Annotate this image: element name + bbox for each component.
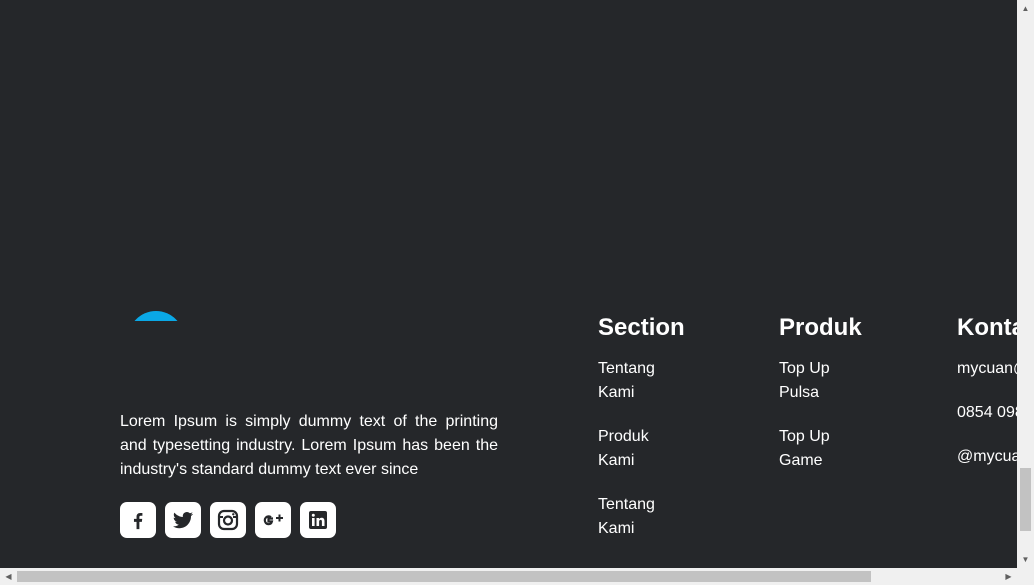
logo[interactable] — [128, 311, 184, 321]
footer-produk-column: Produk Top Up Pulsa Top Up Game — [779, 313, 862, 493]
facebook-icon[interactable] — [120, 502, 156, 538]
vertical-scroll-thumb[interactable] — [1020, 468, 1031, 531]
horizontal-scrollbar[interactable]: ◀ ▶ — [0, 568, 1017, 585]
scrollbar-corner — [1017, 568, 1034, 585]
section-link-tentang-kami-2[interactable]: Tentang Kami — [598, 493, 668, 541]
linkedin-icon[interactable] — [300, 502, 336, 538]
produk-link-top-up-pulsa[interactable]: Top Up Pulsa — [779, 357, 849, 405]
vertical-scrollbar[interactable]: ▲ ▼ — [1017, 0, 1034, 568]
social-links — [120, 502, 345, 538]
kontak-email[interactable]: mycuan@ — [957, 357, 1017, 381]
footer-section-column: Section Tentang Kami Produk Kami Tentang… — [598, 313, 685, 561]
scroll-left-arrow-icon[interactable]: ◀ — [0, 568, 17, 585]
instagram-icon[interactable] — [210, 502, 246, 538]
scroll-right-arrow-icon[interactable]: ▶ — [1000, 568, 1017, 585]
section-title: Section — [598, 314, 685, 341]
kontak-title: Kontak — [957, 314, 1017, 341]
section-link-tentang-kami[interactable]: Tentang Kami — [598, 357, 668, 405]
section-link-produk-kami[interactable]: Produk Kami — [598, 425, 668, 473]
kontak-phone[interactable]: 0854 098 — [957, 401, 1017, 425]
horizontal-scroll-thumb[interactable] — [17, 571, 871, 582]
footer-kontak-column: Kontak mycuan@ 0854 098 @mycuan — [957, 313, 1017, 489]
twitter-icon[interactable] — [165, 502, 201, 538]
produk-link-top-up-game[interactable]: Top Up Game — [779, 425, 849, 473]
kontak-social-handle[interactable]: @mycuan — [957, 445, 1017, 469]
google-plus-icon[interactable] — [255, 502, 291, 538]
produk-title: Produk — [779, 314, 862, 341]
scroll-down-arrow-icon[interactable]: ▼ — [1017, 551, 1034, 568]
logo-circle-icon — [128, 311, 184, 321]
page-viewport: Lorem Ipsum is simply dummy text of the … — [0, 0, 1017, 568]
footer-about-text: Lorem Ipsum is simply dummy text of the … — [120, 413, 498, 478]
scroll-up-arrow-icon[interactable]: ▲ — [1017, 0, 1034, 17]
